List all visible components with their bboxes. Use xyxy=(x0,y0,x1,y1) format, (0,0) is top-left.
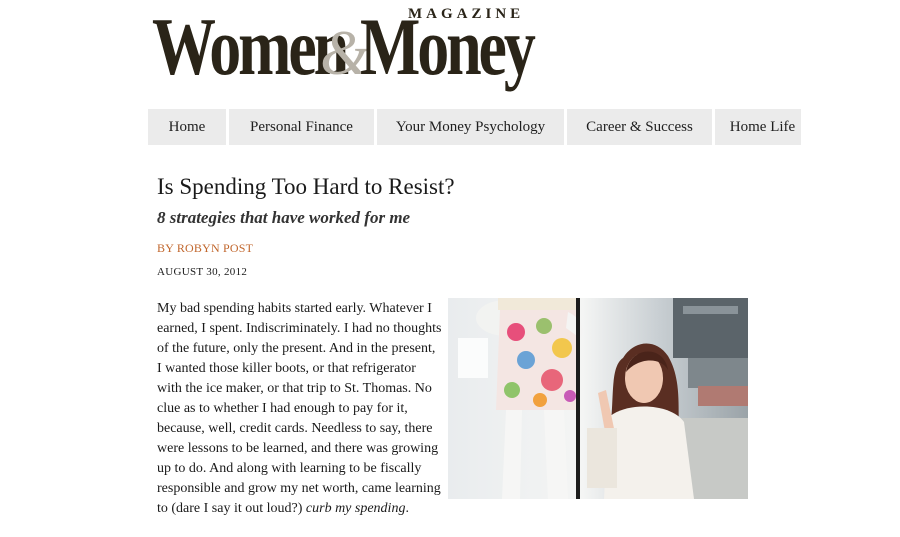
article-date: AUGUST 30, 2012 xyxy=(157,266,248,278)
logo-word-women: Women xyxy=(152,1,349,92)
author-link[interactable]: ROBYN POST xyxy=(177,241,253,255)
article-body-end: . xyxy=(405,501,409,516)
shopping-window-image xyxy=(448,298,748,499)
byline-prefix: BY xyxy=(157,241,177,255)
article-title: Is Spending Too Hard to Resist? xyxy=(157,174,455,199)
nav-item-your-money-psychology[interactable]: Your Money Psychology xyxy=(377,109,564,145)
article-body-emphasis: curb my spending xyxy=(305,501,406,516)
main-navigation: Home Personal Finance Your Money Psychol… xyxy=(148,109,801,145)
nav-item-career-success[interactable]: Career & Success xyxy=(567,109,712,145)
nav-item-personal-finance[interactable]: Personal Finance xyxy=(229,109,374,145)
nav-item-home[interactable]: Home xyxy=(148,109,226,145)
article-photo xyxy=(448,298,748,499)
article-subtitle: 8 strategies that have worked for me xyxy=(157,208,411,227)
article-body-text: My bad spending habits started early. Wh… xyxy=(157,301,442,516)
nav-item-home-life[interactable]: Home Life xyxy=(715,109,801,145)
article-body: My bad spending habits started early. Wh… xyxy=(157,299,442,519)
logo-tagline: MAGAZINE xyxy=(408,6,525,22)
site-logo[interactable]: Women & Money MAGAZINE xyxy=(152,1,536,104)
article-byline: BY ROBYN POST xyxy=(157,241,253,256)
